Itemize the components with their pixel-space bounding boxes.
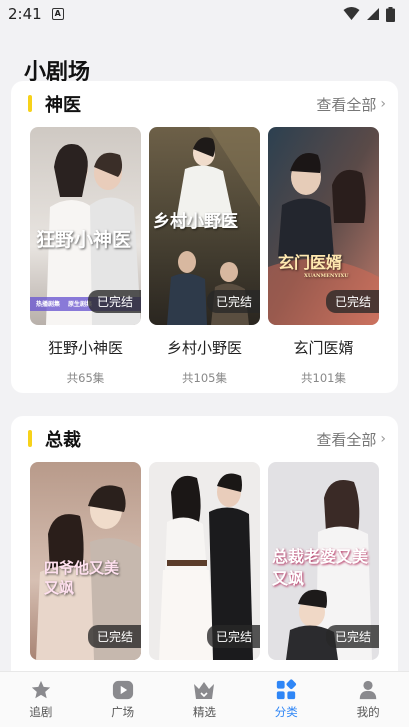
status-badge: 已完结: [87, 290, 141, 313]
status-badge: 已完结: [325, 290, 379, 313]
status-badge: 已完结: [87, 625, 141, 648]
user-icon: [359, 680, 377, 700]
status-time: 2:41: [8, 5, 42, 23]
view-all-label: 查看全部: [316, 95, 377, 114]
episode-count: 共101集: [301, 371, 346, 385]
tab-label: 精选: [192, 705, 216, 719]
play-icon: [112, 680, 133, 700]
crown-icon: [194, 682, 215, 699]
tab-label: 追剧: [29, 705, 53, 719]
notification-a-icon: A: [51, 8, 64, 20]
drama-card[interactable]: 狂野小神医 热播剧集 原生剧集 已完结 狂野小神医 共65集: [30, 127, 141, 386]
cover-title-art: 乡村小野医: [153, 212, 238, 232]
drama-cover[interactable]: 已完结: [149, 462, 260, 660]
drama-cover[interactable]: 玄门医婿 XUANMENYIXU 已完结: [268, 127, 379, 325]
cover-tag: 热播剧集: [36, 301, 61, 308]
tab-label: 分类: [274, 705, 298, 719]
wifi-icon: [343, 7, 360, 20]
drama-cover[interactable]: 狂野小神医 热播剧集 原生剧集 已完结: [30, 127, 141, 325]
section-title: 神医: [45, 95, 81, 116]
category-icon: [277, 679, 297, 700]
cover-title-art: 狂野小神医: [36, 229, 132, 251]
status-bar: 2:41 A: [0, 0, 409, 28]
tab-jingxuan[interactable]: 精选: [164, 672, 246, 727]
section-header: 总裁 查看全部 ›: [11, 416, 398, 462]
battery-icon: [386, 6, 395, 22]
drama-cover[interactable]: 四爷他又美又飒 已完结: [30, 462, 141, 660]
section-header: 神医 查看全部 ›: [11, 81, 398, 127]
cover-title-art: 总裁老婆又美又飒: [272, 547, 369, 588]
episode-count: 共65集: [66, 371, 105, 385]
cover-subtitle: XUANMENYIXU: [304, 273, 349, 279]
drama-cover[interactable]: 乡村小野医 已完结: [149, 127, 260, 325]
status-badge: 已完结: [325, 625, 379, 648]
tab-label: 广场: [111, 705, 135, 719]
cover-title-art: 四爷他又美又飒: [44, 559, 120, 597]
drama-card[interactable]: 玄门医婿 XUANMENYIXU 已完结 玄门医婿 共101集: [268, 127, 379, 386]
section-accent-bar: [28, 95, 32, 112]
drama-cover[interactable]: 总裁老婆又美又飒 已完结: [268, 462, 379, 660]
chevron-right-icon: ›: [380, 96, 386, 112]
section-zongcai: 总裁 查看全部 › 四爷他又美又飒 已完结 已完结 总裁老婆又美又飒 已完结: [11, 416, 398, 696]
view-all-link[interactable]: 查看全部 ›: [316, 94, 386, 115]
status-badge: 已完结: [206, 625, 260, 648]
tab-label: 我的: [356, 705, 380, 719]
chevron-right-icon: ›: [380, 431, 386, 447]
view-all-link[interactable]: 查看全部 ›: [316, 429, 386, 450]
star-icon: [31, 680, 51, 699]
tab-guangchang[interactable]: 广场: [82, 672, 164, 727]
bottom-tab-bar: 追剧 广场 精选 分类 我的: [0, 671, 409, 727]
drama-title[interactable]: 玄门医婿: [268, 337, 379, 358]
tab-wode[interactable]: 我的: [327, 672, 409, 727]
view-all-label: 查看全部: [316, 430, 377, 449]
drama-card[interactable]: 总裁老婆又美又飒 已完结: [268, 462, 379, 660]
episode-count: 共105集: [182, 371, 227, 385]
drama-card[interactable]: 已完结: [149, 462, 260, 660]
drama-card[interactable]: 四爷他又美又飒 已完结: [30, 462, 141, 660]
drama-card[interactable]: 乡村小野医 已完结 乡村小野医 共105集: [149, 127, 260, 386]
drama-title[interactable]: 乡村小野医: [149, 337, 260, 358]
drama-title[interactable]: 狂野小神医: [30, 337, 141, 358]
tab-fenlei[interactable]: 分类: [245, 672, 327, 727]
status-badge: 已完结: [206, 290, 260, 313]
cover-title-art: 玄门医婿: [278, 253, 343, 272]
signal-icon: [367, 8, 379, 20]
tab-zhuiju[interactable]: 追剧: [0, 672, 82, 727]
section-title: 总裁: [45, 430, 81, 451]
section-shenyi: 神医 查看全部 › 狂野小神医 热播剧集 原生剧集 已完结 狂野小神医 共65集…: [11, 81, 398, 393]
section-accent-bar: [28, 430, 32, 447]
